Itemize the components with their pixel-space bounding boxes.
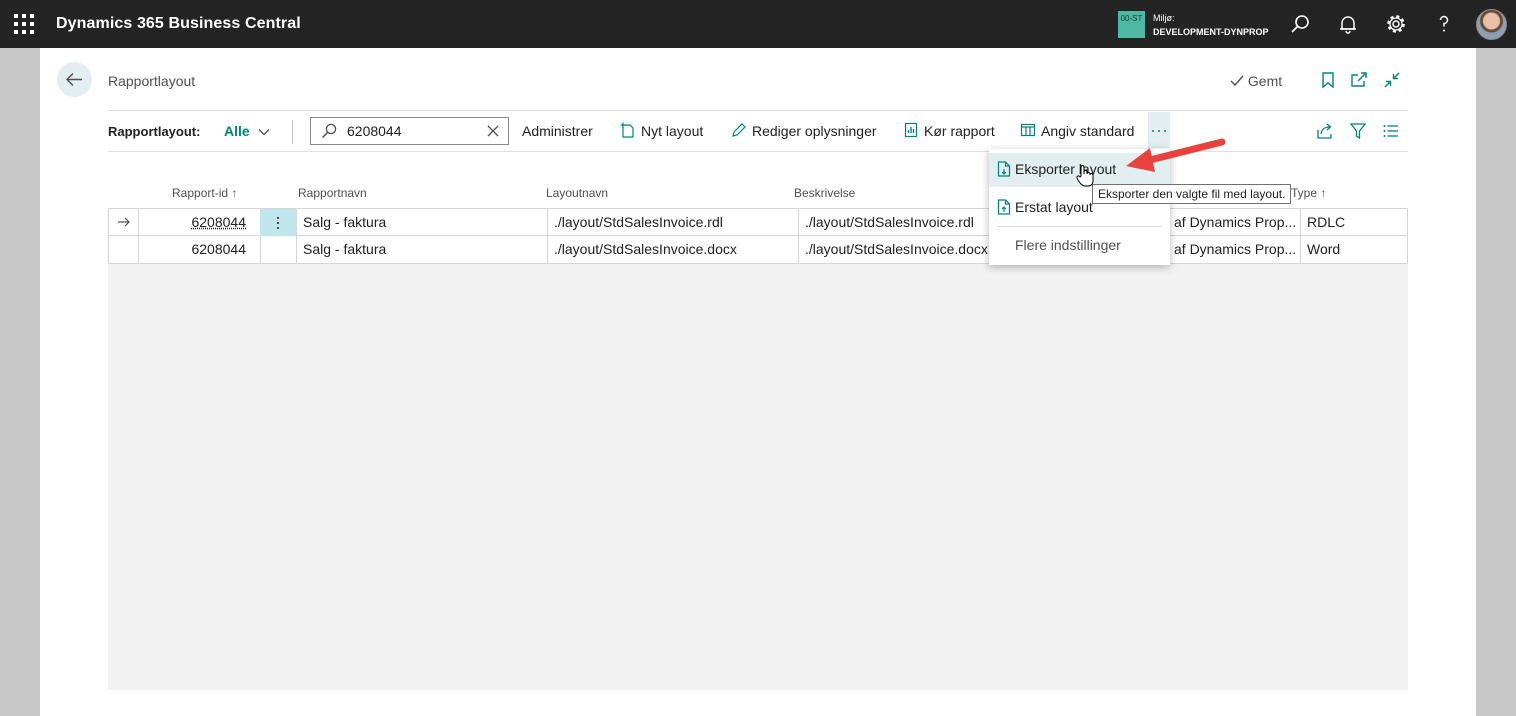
cell-type[interactable]: Word bbox=[1300, 236, 1408, 263]
page-card: Rapportlayout Gemt Rapportlayout: Alle 6… bbox=[40, 48, 1476, 716]
column-description[interactable]: Beskrivelse bbox=[794, 186, 855, 200]
clear-search-icon[interactable] bbox=[487, 125, 499, 137]
help-icon[interactable] bbox=[1432, 12, 1456, 36]
tooltip: Eksporter den valgte fil med layout. bbox=[1092, 184, 1292, 204]
menu-divider bbox=[997, 226, 1162, 227]
table-body bbox=[108, 208, 1408, 690]
search-box[interactable] bbox=[310, 117, 509, 145]
page-title: Rapportlayout bbox=[108, 73, 196, 89]
cell-report-name[interactable]: Salg - faktura bbox=[296, 236, 547, 263]
search-icon bbox=[321, 123, 337, 139]
header-divider bbox=[108, 110, 1408, 111]
column-layout-name[interactable]: Layoutnavn bbox=[546, 186, 608, 200]
collapse-icon[interactable] bbox=[1383, 71, 1401, 89]
cell-type[interactable]: RDLC bbox=[1300, 209, 1408, 236]
sort-ascending-icon: ↑ bbox=[1320, 186, 1327, 200]
cell-description[interactable]: ./layout/StdSalesInvoice.rdl bbox=[798, 209, 990, 236]
edit-info-button[interactable]: Rediger oplysninger bbox=[752, 123, 877, 139]
view-label: Rapportlayout: bbox=[108, 124, 201, 139]
environment-info[interactable]: Miljø: DEVELOPMENT-DYNPROP bbox=[1153, 11, 1269, 39]
saved-label: Gemt bbox=[1247, 73, 1283, 89]
cell-description[interactable]: ./layout/StdSalesInvoice.docx bbox=[798, 236, 990, 263]
filter-icon[interactable] bbox=[1349, 122, 1367, 140]
cell-report-id[interactable]: 6208044 bbox=[138, 236, 260, 263]
cell-layout-name[interactable]: ./layout/StdSalesInvoice.docx bbox=[547, 236, 798, 263]
menu-item-label: Erstat layout bbox=[1015, 199, 1093, 215]
run-report-button[interactable]: Kør rapport bbox=[924, 123, 995, 139]
row-actions-button[interactable] bbox=[260, 209, 296, 236]
environment-badge[interactable]: 00-ST bbox=[1118, 11, 1145, 38]
column-report-name[interactable]: Rapportnavn bbox=[298, 186, 367, 200]
cell-report-id[interactable]: 6208044 bbox=[138, 209, 260, 236]
export-file-icon bbox=[997, 161, 1011, 177]
table-row[interactable]: 6208044 Salg - faktura ./layout/StdSales… bbox=[108, 208, 1408, 236]
report-icon bbox=[904, 122, 918, 138]
share-icon[interactable] bbox=[1316, 122, 1334, 140]
sort-ascending-icon: ↑ bbox=[231, 186, 238, 200]
cell-publisher[interactable]: af Dynamics Prop... bbox=[1168, 209, 1300, 236]
annotation-arrow-icon bbox=[1126, 138, 1226, 172]
action-separator bbox=[292, 120, 293, 144]
pencil-icon bbox=[732, 123, 746, 137]
replace-file-icon bbox=[997, 199, 1011, 215]
columns-icon bbox=[1020, 123, 1036, 137]
filter-dropdown[interactable]: Alle bbox=[224, 123, 270, 139]
list-view-icon[interactable] bbox=[1382, 122, 1400, 140]
cell-layout-name[interactable]: ./layout/StdSalesInvoice.rdl bbox=[547, 209, 798, 236]
column-report-id[interactable]: Rapport-id ↑ bbox=[172, 186, 237, 200]
cell-report-name[interactable]: Salg - faktura bbox=[296, 209, 547, 236]
administer-button[interactable]: Administrer bbox=[522, 123, 593, 139]
saved-status: Gemt bbox=[1230, 73, 1282, 89]
environment-label: Miljø: bbox=[1153, 13, 1175, 23]
column-type-label: Type bbox=[1291, 186, 1318, 200]
waffle-icon[interactable] bbox=[14, 14, 34, 34]
table-row[interactable]: 6208044 Salg - faktura ./layout/StdSales… bbox=[108, 236, 1408, 264]
avatar[interactable] bbox=[1476, 9, 1507, 40]
back-button[interactable] bbox=[57, 62, 92, 97]
environment-name: DEVELOPMENT-DYNPROP bbox=[1153, 27, 1269, 37]
filter-label: Alle bbox=[224, 123, 250, 139]
bookmark-icon[interactable] bbox=[1319, 71, 1337, 89]
row-indicator bbox=[109, 236, 138, 263]
new-layout-button[interactable]: Nyt layout bbox=[641, 123, 703, 139]
gear-icon[interactable] bbox=[1384, 12, 1408, 36]
top-bar: Dynamics 365 Business Central 00-ST Milj… bbox=[0, 0, 1516, 48]
chevron-down-icon bbox=[258, 129, 270, 136]
bell-icon[interactable] bbox=[1336, 12, 1360, 36]
cell-publisher[interactable]: af Dynamics Prop... bbox=[1168, 236, 1300, 263]
menu-item-label: Eksporter layout bbox=[1015, 161, 1117, 177]
column-report-id-label: Rapport-id bbox=[172, 186, 229, 200]
row-actions-cell[interactable] bbox=[260, 236, 296, 263]
search-icon[interactable] bbox=[1288, 12, 1312, 36]
arrow-left-icon bbox=[65, 72, 82, 87]
arrow-right-icon bbox=[118, 217, 130, 227]
new-layout-icon bbox=[620, 122, 634, 138]
check-icon bbox=[1230, 75, 1244, 87]
app-title[interactable]: Dynamics 365 Business Central bbox=[56, 15, 301, 33]
menu-item-more-settings[interactable]: Flere indstillinger bbox=[1015, 237, 1121, 253]
hand-cursor-icon bbox=[1076, 165, 1094, 187]
search-input[interactable] bbox=[347, 123, 467, 139]
row-selected-indicator bbox=[109, 209, 138, 236]
open-new-window-icon[interactable] bbox=[1350, 71, 1368, 89]
column-type[interactable]: Type ↑ bbox=[1291, 186, 1326, 200]
